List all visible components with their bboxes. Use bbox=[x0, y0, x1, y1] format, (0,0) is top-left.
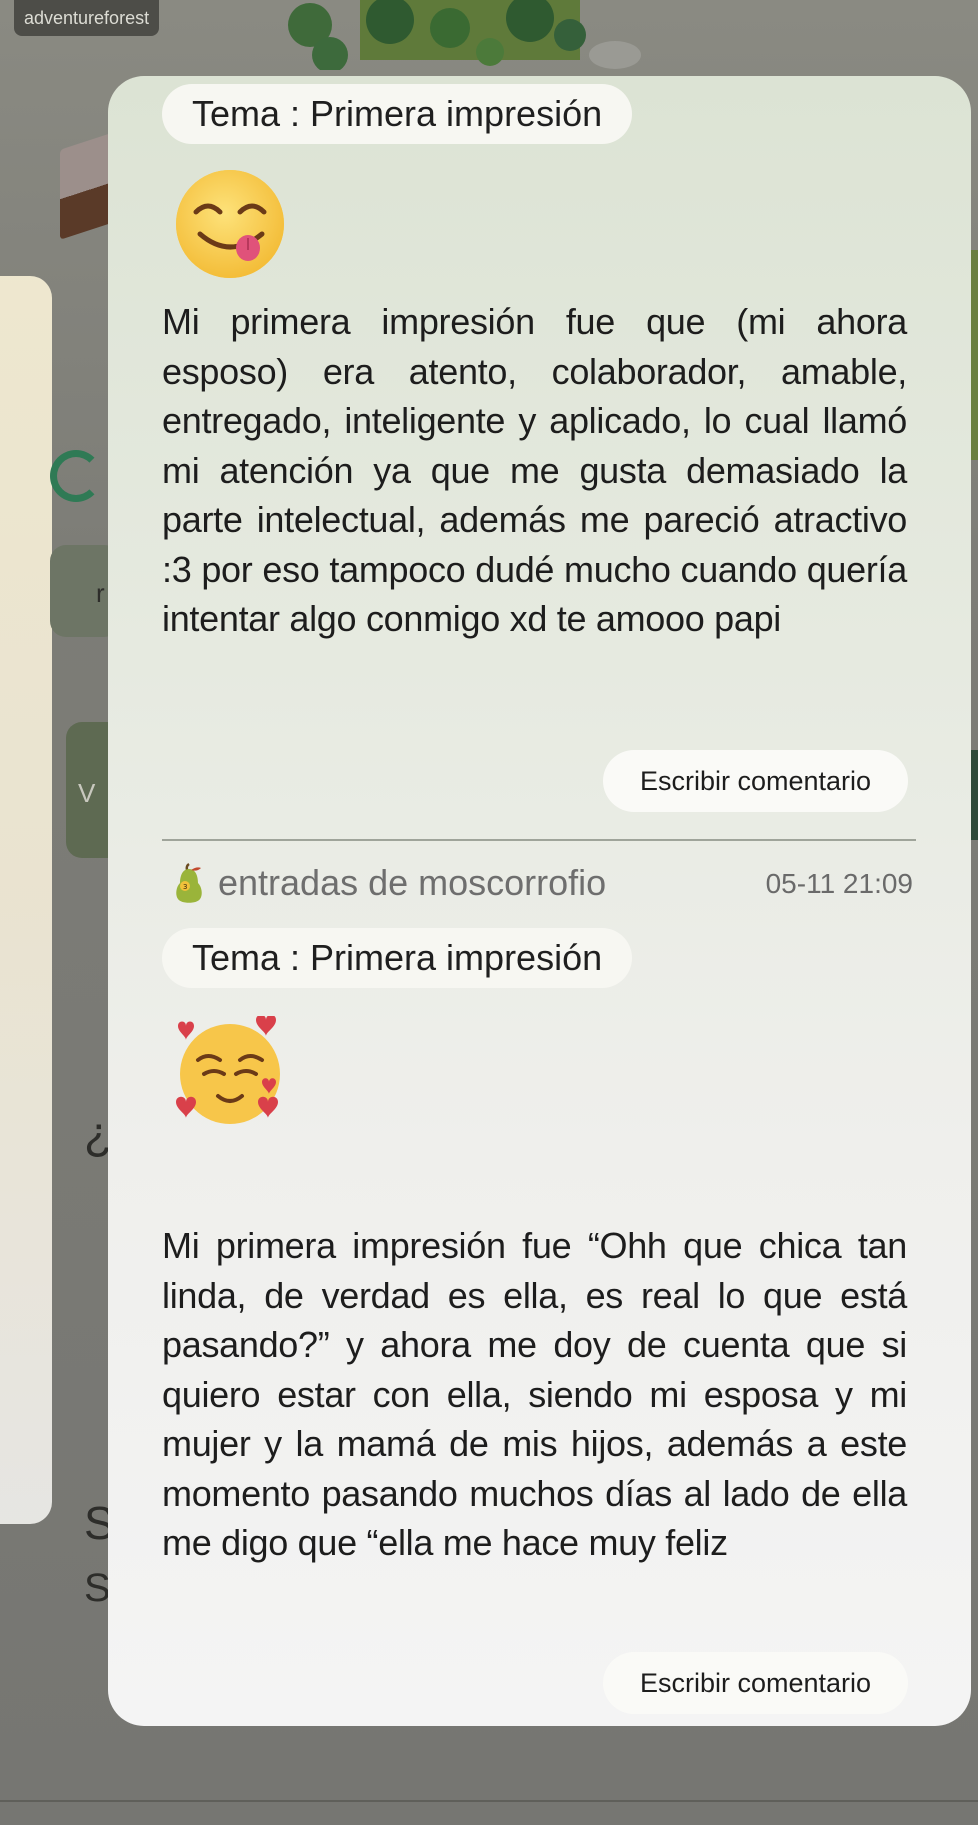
refresh-icon bbox=[50, 450, 102, 502]
background-text: r bbox=[96, 578, 105, 608]
topic-chip: Tema : Primera impresión bbox=[162, 84, 633, 144]
entry-text: Mi primera impresión fue “Ohh que chica … bbox=[162, 1225, 907, 1563]
write-comment-button[interactable]: Escribir comentario bbox=[603, 1652, 908, 1714]
write-comment-button[interactable]: Escribir comentario bbox=[603, 750, 908, 812]
background-text: S bbox=[84, 1566, 111, 1610]
smiling-face-with-hearts-icon bbox=[176, 1016, 280, 1124]
svg-text:3: 3 bbox=[183, 883, 187, 891]
diary-entry: Tema : Primera impresión Mi primera impr… bbox=[108, 76, 971, 836]
entry-divider bbox=[162, 839, 916, 841]
background-text: V bbox=[78, 778, 96, 808]
diary-entry: Tema : Primera impresión Mi primera impr… bbox=[108, 916, 971, 1716]
entry-header: 3 entradas de moscorrofio 05-11 21:09 bbox=[108, 858, 971, 908]
side-panel bbox=[0, 276, 52, 1524]
diary-entries-modal[interactable]: Tema : Primera impresión Mi primera impr… bbox=[108, 76, 971, 1726]
pear-avatar-icon[interactable]: 3 bbox=[174, 862, 204, 906]
app-label: adventureforest bbox=[14, 0, 160, 36]
background-divider bbox=[0, 1800, 978, 1802]
topic-chip: Tema : Primera impresión bbox=[162, 928, 633, 988]
entry-author: entradas de moscorrofio bbox=[218, 862, 607, 903]
entry-date: 05-11 21:09 bbox=[765, 868, 913, 899]
entry-text: Mi primera impresión fue que (mi ahora e… bbox=[162, 301, 907, 639]
forest-illustration bbox=[288, 0, 641, 70]
yum-face-icon bbox=[176, 170, 284, 278]
